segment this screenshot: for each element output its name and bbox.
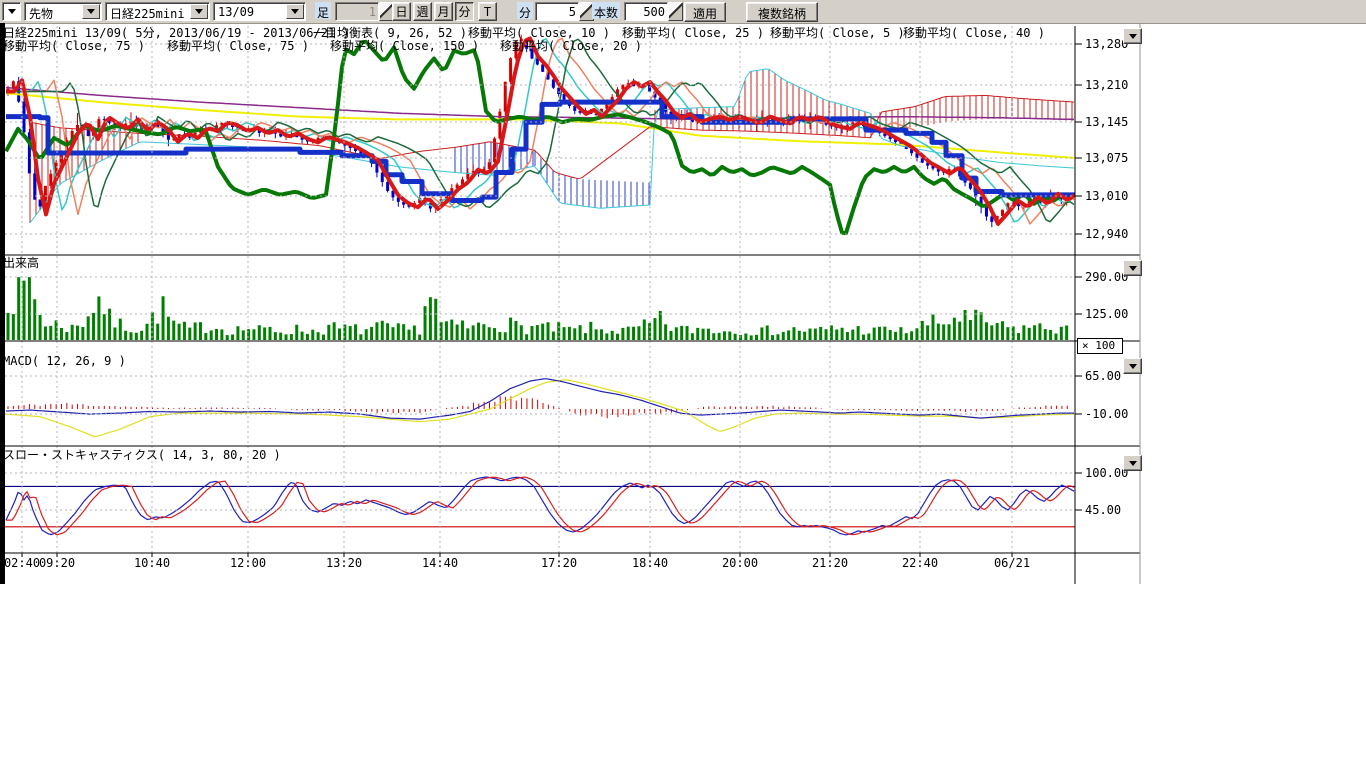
chevron-down-icon [291,9,299,14]
bar-count-stepper[interactable]: 500 [624,2,683,21]
minute-label: 分 [517,2,533,19]
time-tick-label: 21:20 [806,557,854,570]
stochastics-pane-label: スロー・ストキャスティクス( 14, 3, 80, 20 ) [3,449,281,462]
macd-axis-label: -10.00 [1085,408,1128,420]
time-tick-label: 12:00 [224,557,272,570]
macd-pane-label: MACD( 12, 26, 9 ) [3,355,126,368]
bar-count-label: 本数 [592,2,620,19]
stoch-axis-label: 45.00 [1085,504,1121,516]
toolbar: 先物 日経225mini 13/09 足 1 日 週 月 分 T 分 5 本数 … [0,0,1366,24]
mini-dropdown-button[interactable] [2,2,21,21]
chevron-down-icon [8,9,16,14]
combo-dropdown-button[interactable] [82,4,100,19]
chevron-down-icon [1129,364,1137,369]
time-tick-label: 22:40 [896,557,944,570]
trading-app-window: 先物 日経225mini 13/09 足 1 日 週 月 分 T 分 5 本数 … [0,0,1366,768]
time-tick-label: 20:00 [716,557,764,570]
combo-dropdown-button[interactable] [190,4,208,19]
volume-axis-label: 125.00 [1085,308,1128,320]
time-tick-label: 14:40 [416,557,464,570]
chevron-down-icon [87,9,95,14]
legend-item: 移動平均( Close, 40 ) [903,27,1045,40]
period-day-button[interactable]: 日 [392,2,411,21]
minute-value: 5 [535,2,579,21]
macd-axis-label: 65.00 [1085,370,1121,382]
price-axis-label: 13,210 [1085,79,1128,91]
time-tick-label: 06/21 [988,557,1036,570]
multi-symbol-button[interactable]: 複数銘柄 [746,2,818,22]
period-week-button[interactable]: 週 [413,2,432,21]
contract-month-select[interactable]: 13/09 [213,2,306,21]
symbol-value: 日経225mini [106,3,189,20]
pane-scale-dropdown-button[interactable] [1123,260,1142,276]
price-axis-label: 12,940 [1085,228,1128,240]
legend-item: 移動平均( Close, 25 ) [622,27,764,40]
pane-scale-dropdown-button[interactable] [1123,455,1142,471]
price-axis-label: 13,145 [1085,116,1128,128]
chevron-down-icon [195,9,203,14]
time-tick-label: 13:20 [320,557,368,570]
chevron-down-icon [1129,461,1137,466]
period-month-button[interactable]: 月 [434,2,453,21]
pane-scale-dropdown-button[interactable] [1123,358,1142,374]
stoch-axis-label: 100.00 [1085,467,1128,479]
bar-interval-value: 1 [335,2,379,21]
legend-item: 移動平均( Close, 20 ) [500,40,642,53]
legend-item: 移動平均( Close, 150 ) [330,40,479,53]
spinner-icon[interactable] [668,2,683,21]
symbol-select[interactable]: 日経225mini [105,2,210,21]
time-tick-label: 17:20 [535,557,583,570]
time-tick-label: 10:40 [128,557,176,570]
bar-type-label: 足 [315,2,331,19]
bar-interval-stepper[interactable]: 1 [335,2,394,21]
period-tick-button[interactable]: T [478,2,497,21]
market-category-select[interactable]: 先物 [24,2,102,21]
time-tick-label: 09:20 [33,557,81,570]
chart-plot-area[interactable] [5,26,1075,553]
pane-scale-dropdown-button[interactable] [1123,28,1142,44]
minute-stepper[interactable]: 5 [535,2,594,21]
contract-month-value: 13/09 [214,3,285,20]
combo-dropdown-button[interactable] [286,4,304,19]
chevron-down-icon [1129,266,1137,271]
bar-count-value: 500 [624,2,668,21]
legend-item: 移動平均( Close, 75 ) [3,40,145,53]
time-tick-label: 18:40 [626,557,674,570]
period-minute-button[interactable]: 分 [455,2,474,21]
legend-item: 移動平均( Close, 5 ) [770,27,905,40]
price-axis-label: 13,075 [1085,152,1128,164]
apply-button[interactable]: 適用 [684,2,726,22]
legend-item: 移動平均( Close, 75 ) [167,40,309,53]
price-axis-label: 13,280 [1085,38,1128,50]
chevron-down-icon [1129,34,1137,39]
price-axis-label: 13,010 [1085,190,1128,202]
volume-axis-label: 290.00 [1085,271,1128,283]
market-category-value: 先物 [25,3,81,20]
volume-multiplier-badge: × 100 [1077,338,1123,354]
volume-pane-label: 出来高 [3,257,39,270]
